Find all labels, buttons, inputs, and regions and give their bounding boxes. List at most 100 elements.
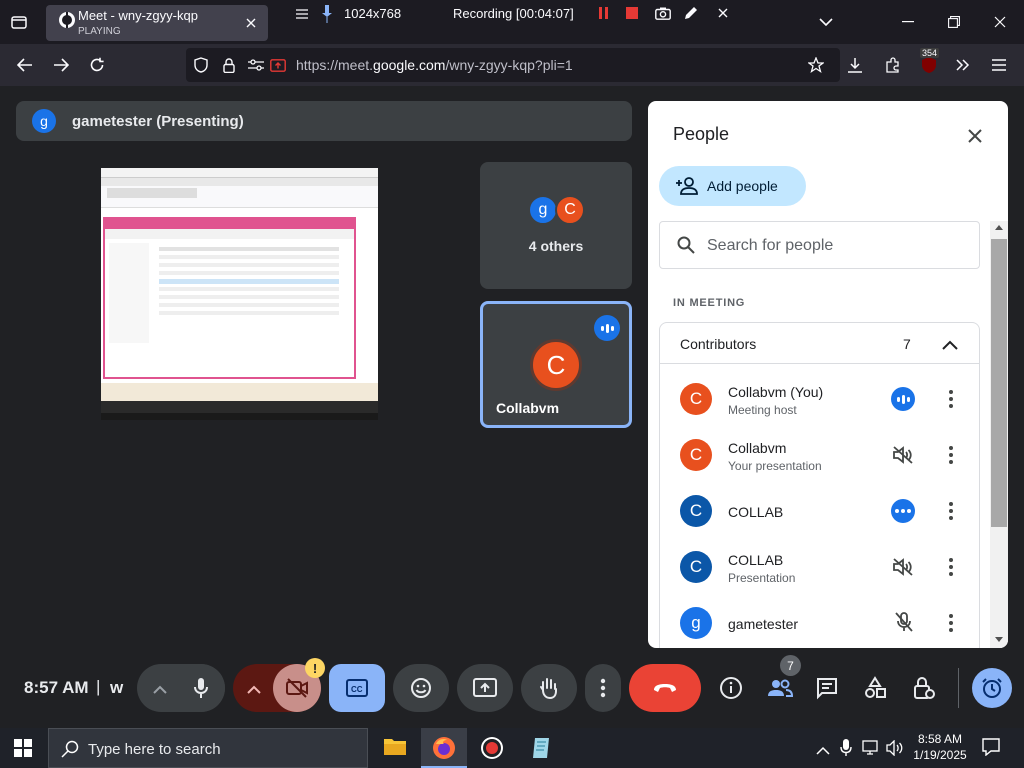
recorder-close-icon[interactable] <box>714 4 732 22</box>
meet-favicon-icon <box>58 11 76 29</box>
tray-network-icon[interactable] <box>862 740 882 756</box>
taskbar-search-box[interactable]: Type here to search <box>48 728 368 768</box>
file-explorer-icon[interactable] <box>383 736 407 758</box>
contributors-header[interactable]: Contributors 7 <box>660 323 979 364</box>
people-search-input[interactable]: Search for people <box>659 221 980 269</box>
recorder-pause-icon[interactable] <box>596 5 612 21</box>
leave-call-button[interactable] <box>629 664 701 712</box>
taskbar-clock[interactable]: 8:58 AM 1/19/2025 <box>910 731 970 763</box>
raise-hand-icon <box>540 678 557 700</box>
participant-row[interactable]: C COLLAB <box>660 483 980 539</box>
people-scrollbar[interactable] <box>990 221 1008 648</box>
taskbar-search-placeholder: Type here to search <box>88 741 221 758</box>
participant-row[interactable]: C Collabvm Your presentation <box>660 427 980 483</box>
participant-more-icon[interactable] <box>948 502 954 520</box>
people-icon[interactable] <box>766 676 794 700</box>
collapse-chevron-icon[interactable] <box>942 337 960 350</box>
notepad-app-icon[interactable] <box>529 736 553 760</box>
reactions-button[interactable] <box>393 664 449 712</box>
participant-more-icon[interactable] <box>948 558 954 576</box>
shared-screen-preview[interactable] <box>101 168 378 420</box>
app-menu-icon[interactable] <box>988 54 1010 76</box>
add-people-label: Add people <box>707 178 778 194</box>
recorder-menu-icon[interactable] <box>294 6 310 22</box>
participant-row[interactable]: C COLLAB Presentation <box>660 539 980 595</box>
taskbar-search-icon <box>61 740 79 758</box>
downloads-icon[interactable] <box>844 54 866 76</box>
add-people-button[interactable]: Add people <box>659 166 806 206</box>
scroll-down-icon[interactable] <box>995 637 1003 642</box>
tab-playing-label: PLAYING <box>78 26 121 37</box>
browser-tab-meet[interactable]: Meet - wny-zgyy-kqp PLAYING <box>46 5 268 41</box>
recorder-stop-icon[interactable] <box>624 5 640 21</box>
screen-share-indicator-icon[interactable] <box>268 56 288 74</box>
tray-microphone-icon[interactable] <box>840 739 852 757</box>
recorder-draw-icon[interactable] <box>682 4 700 22</box>
participant-avatar: C <box>680 551 712 583</box>
back-arrow-icon[interactable] <box>14 54 36 76</box>
participant-more-icon[interactable] <box>948 614 954 632</box>
scroll-up-icon[interactable] <box>995 225 1003 230</box>
svg-text:CC: CC <box>351 685 363 694</box>
others-count-label: 4 others <box>528 238 584 254</box>
notifications-icon[interactable] <box>982 738 1002 758</box>
self-tile[interactable]: C Collabvm <box>480 301 632 428</box>
participant-more-icon[interactable] <box>948 446 954 464</box>
window-restore-icon[interactable] <box>944 12 964 32</box>
more-options-button[interactable] <box>585 664 621 712</box>
lock-icon[interactable] <box>220 56 238 74</box>
timer-button[interactable] <box>972 668 1012 708</box>
people-panel: People Add people Search for people IN M… <box>648 101 1008 648</box>
bookmark-star-icon[interactable] <box>806 55 826 75</box>
self-avatar: C <box>530 339 582 391</box>
extensions-icon[interactable] <box>882 54 904 76</box>
url-prefix: https://meet. <box>296 57 374 73</box>
close-panel-icon[interactable] <box>964 125 986 147</box>
captions-button[interactable]: CC <box>329 664 385 712</box>
video-control-group: ! <box>233 658 325 712</box>
permissions-icon[interactable] <box>246 56 266 74</box>
audio-options-chevron-icon[interactable] <box>153 681 169 694</box>
obs-recorder-icon[interactable] <box>480 736 504 760</box>
participant-name: COLLAB <box>728 552 784 568</box>
browser-tab-bar: Meet - wny-zgyy-kqp PLAYING 1024x768 Rec… <box>0 0 1024 44</box>
tab-close-icon[interactable] <box>242 14 260 32</box>
activities-icon[interactable] <box>863 676 887 700</box>
window-close-icon[interactable] <box>990 12 1010 32</box>
forward-arrow-icon[interactable] <box>50 54 72 76</box>
tray-volume-icon[interactable] <box>886 739 904 757</box>
meeting-details-icon[interactable] <box>719 676 743 700</box>
tab-overflow-chevron-icon[interactable] <box>816 12 836 32</box>
tray-chevron-icon[interactable] <box>816 742 830 755</box>
raise-hand-button[interactable] <box>521 664 577 712</box>
scroll-thumb[interactable] <box>991 239 1007 527</box>
present-screen-button[interactable] <box>457 664 513 712</box>
recorder-pin-icon[interactable] <box>320 4 334 24</box>
video-options-chevron-icon[interactable] <box>247 681 263 694</box>
others-avatar-c: C <box>555 195 585 225</box>
participant-row[interactable]: C Collabvm (You) Meeting host <box>660 371 980 427</box>
volume-muted-icon <box>892 557 914 577</box>
taskbar-firefox[interactable] <box>421 728 467 768</box>
control-separator: | <box>96 677 101 696</box>
presenter-label: gametester (Presenting) <box>72 113 244 130</box>
participant-name: Collabvm (You) <box>728 384 824 400</box>
window-minimize-icon[interactable] <box>898 12 918 32</box>
participant-row[interactable]: g gametester <box>660 595 980 648</box>
contributors-count: 7 <box>903 336 911 352</box>
recorder-screenshot-icon[interactable] <box>654 4 672 22</box>
ublock-extension-icon[interactable]: 354 <box>916 48 942 78</box>
recorder-resolution: 1024x768 <box>344 6 402 21</box>
others-tile[interactable]: g C 4 others <box>480 162 632 289</box>
url-bar[interactable]: https://meet.google.com/wny-zgyy-kqp?pli… <box>186 48 840 82</box>
chat-icon[interactable] <box>815 676 839 700</box>
tab-list-icon[interactable] <box>8 12 30 32</box>
participant-more-icon[interactable] <box>948 390 954 408</box>
host-controls-icon[interactable] <box>912 676 936 700</box>
microphone-button[interactable] <box>177 664 225 712</box>
tracking-shield-icon[interactable] <box>192 56 210 74</box>
url-text[interactable]: https://meet.google.com/wny-zgyy-kqp?pli… <box>296 57 573 73</box>
windows-start-icon[interactable] <box>14 739 34 759</box>
reload-icon[interactable] <box>86 54 108 76</box>
overflow-chevrons-icon[interactable] <box>952 54 974 76</box>
